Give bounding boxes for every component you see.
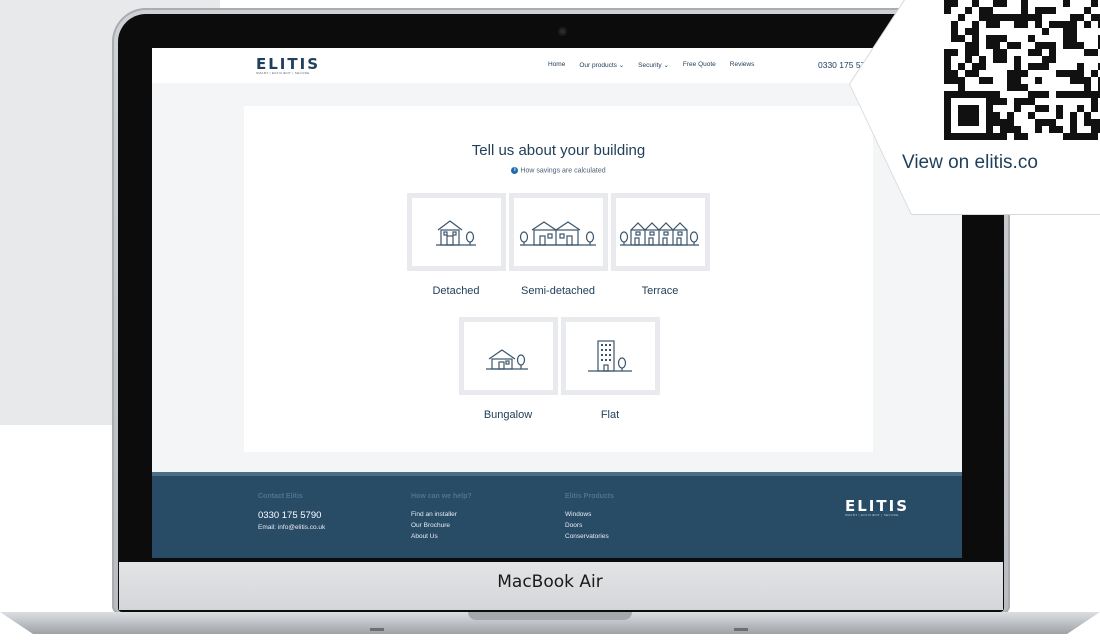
footer-email[interactable]: Email: info@elitis.co.uk [258,522,325,533]
footer-link-brochure[interactable]: Our Brochure [411,520,472,531]
footer-products: Elitis Products Windows Doors Conservato… [565,493,614,542]
elitis-logo[interactable]: ELITIS SMART | EFFICIENT | SECURE [256,57,336,79]
footer-logo[interactable]: ELITIS SMART | EFFICIENT | SECURE [845,497,910,518]
footer-link-conservatories[interactable]: Conservatories [565,531,614,542]
option-bungalow[interactable]: Bungalow [458,317,558,421]
option-label: Terrace [641,285,679,297]
nav-reviews[interactable]: Reviews [730,61,755,69]
nav-menu: Home Our products ⌄ Security ⌄ Free Quot… [548,61,768,69]
webcam [558,27,567,36]
option-tile [508,193,608,271]
option-tile [406,193,506,271]
footer-heading: How can we help? [411,493,472,500]
bungalow-icon [486,349,528,370]
footer-heading: Contact Elitis [258,493,303,500]
footer-link-find-installer[interactable]: Find an installer [411,509,472,520]
option-tile [610,193,710,271]
footer-link-windows[interactable]: Windows [565,509,614,520]
top-navigation: ELITIS SMART | EFFICIENT | SECURE Home O… [152,48,962,83]
laptop-foot [370,628,384,631]
footer-contact: Contact Elitis 0330 175 5790 Email: info… [258,493,325,533]
option-terrace[interactable]: Terrace [610,193,710,297]
option-label: Bungalow [483,409,533,421]
footer-link-doors[interactable]: Doors [565,520,614,531]
qr-caption[interactable]: View on elitis.co [902,152,1038,174]
laptop-opening-notch [468,612,632,620]
page-title: Tell us about your building [471,142,646,159]
site-footer: Contact Elitis 0330 175 5790 Email: info… [152,472,962,558]
website-screen: ELITIS SMART | EFFICIENT | SECURE Home O… [152,48,962,558]
laptop-foot [734,628,748,631]
terrace-house-icon [619,222,699,246]
semi-detached-house-icon [519,221,596,246]
logo-tagline: SMART | EFFICIENT | SECURE [256,71,310,75]
nav-our-products[interactable]: Our products ⌄ [579,61,624,69]
option-label: Semi-detached [521,285,595,297]
option-semi-detached[interactable]: Semi-detached [508,193,608,297]
detached-house-icon [436,220,476,246]
footer-help: How can we help? Find an installer Our B… [411,493,472,542]
logo-wordmark: ELITIS [256,55,321,73]
qr-code-icon[interactable] [944,0,1100,142]
building-type-card: Tell us about your building i How savings… [244,106,873,452]
logo-wordmark: ELITIS [845,497,910,515]
nav-free-quote[interactable]: Free Quote [683,61,716,69]
savings-info-link[interactable]: i How savings are calculated [244,167,873,174]
option-label: Detached [432,285,480,297]
flat-building-icon [588,340,632,372]
savings-info-label: How savings are calculated [520,167,606,175]
option-tile [560,317,660,395]
footer-heading: Elitis Products [565,493,615,500]
nav-phone-number[interactable]: 0330 175 57 [818,60,865,70]
nav-security[interactable]: Security ⌄ [638,61,669,69]
footer-link-about[interactable]: About Us [411,531,472,542]
option-label: Flat [600,409,620,421]
nav-home[interactable]: Home [548,61,565,69]
info-icon: i [511,167,519,174]
option-flat[interactable]: Flat [560,317,660,421]
option-tile [458,317,558,395]
footer-phone[interactable]: 0330 175 5790 [258,509,325,522]
option-detached[interactable]: Detached [406,193,506,297]
laptop-brand: MacBook Air [497,572,603,592]
